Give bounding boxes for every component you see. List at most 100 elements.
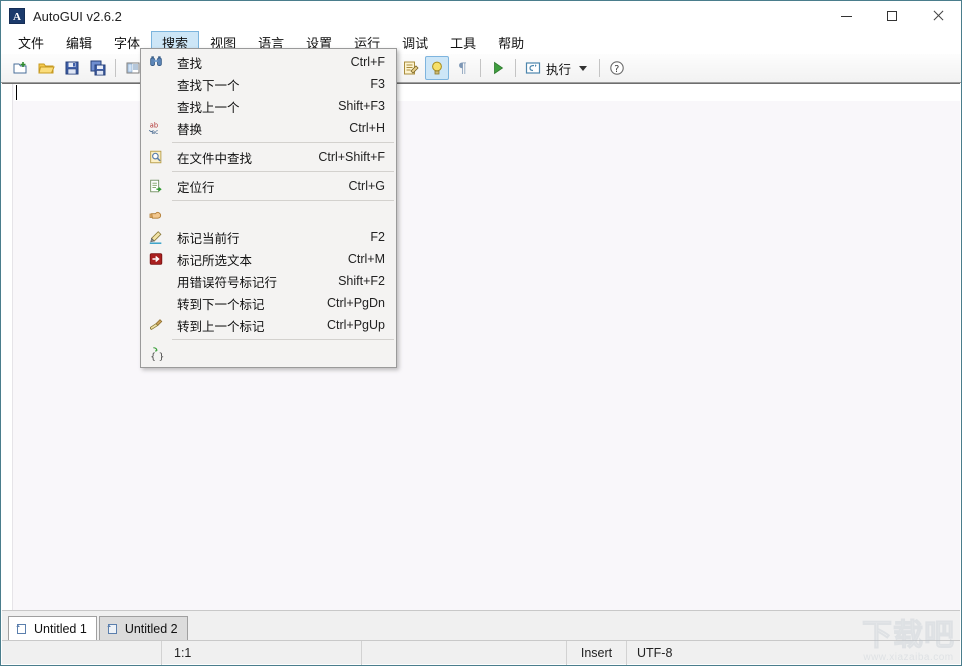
chevron-down-icon[interactable] xyxy=(579,66,587,71)
menu-item-label: 查找下一个 xyxy=(171,75,370,94)
error-arrow-icon xyxy=(141,248,171,270)
menu-item-clear-all-marks[interactable]: 转到上一个标记 Ctrl+PgUp xyxy=(141,314,396,336)
open-folder-icon xyxy=(37,59,55,77)
document-tab-bar: Untitled 1 Untitled 2 xyxy=(2,610,960,640)
editor-caret xyxy=(16,85,17,100)
menu-item-find-previous[interactable]: 查找上一个 Shift+F3 xyxy=(141,95,396,117)
menu-item-shortcut: Shift+F3 xyxy=(338,99,396,113)
no-icon xyxy=(141,73,171,95)
broom-icon xyxy=(141,314,171,336)
menu-item-label: 转到上一个标记 xyxy=(171,316,327,335)
menu-item-mark-selected-text[interactable]: 标记当前行 F2 xyxy=(141,226,396,248)
replace-ab-icon: ab ac xyxy=(141,117,171,139)
goto-line-icon xyxy=(141,175,171,197)
toolbar-separator xyxy=(115,59,116,77)
menu-item-find-next[interactable]: 查找下一个 F3 xyxy=(141,73,396,95)
menu-separator xyxy=(172,200,394,201)
toolbar-run-label: 执行 xyxy=(546,59,571,78)
menu-item-label: 标记当前行 xyxy=(171,228,370,247)
menu-item-replace[interactable]: ab ac 替换 Ctrl+H xyxy=(141,117,396,139)
pointing-hand-icon xyxy=(141,204,171,226)
toolbar-separator xyxy=(599,59,600,77)
status-caret-position: 1:1 xyxy=(162,641,362,665)
toolbar-pilcrow-button[interactable]: ¶ xyxy=(451,56,475,80)
menu-help[interactable]: 帮助 xyxy=(487,31,535,54)
menu-item-mark-line-with-error[interactable]: 标记所选文本 Ctrl+M xyxy=(141,248,396,270)
menu-debug[interactable]: 调试 xyxy=(391,31,439,54)
toolbar-open-button[interactable] xyxy=(34,56,58,80)
close-icon xyxy=(932,10,944,22)
menu-item-goto-previous-mark[interactable]: 转到下一个标记 Ctrl+PgDn xyxy=(141,292,396,314)
window-title: AutoGUI v2.6.2 xyxy=(33,9,122,24)
menu-item-goto-matching-brace[interactable]: { } xyxy=(141,343,396,365)
toolbar-separator xyxy=(480,59,481,77)
toolbar-help-button[interactable]: ? xyxy=(605,56,629,80)
minimize-icon xyxy=(841,16,852,17)
menu-item-shortcut: Ctrl+PgDn xyxy=(327,296,396,310)
maximize-button[interactable] xyxy=(869,1,915,31)
menu-item-find[interactable]: 查找 Ctrl+F xyxy=(141,51,396,73)
menu-edit[interactable]: 编辑 xyxy=(55,31,103,54)
toolbar-separator xyxy=(515,59,516,77)
menu-separator xyxy=(172,171,394,172)
save-icon xyxy=(63,59,81,77)
app-icon: A xyxy=(9,8,25,24)
menu-file[interactable]: 文件 xyxy=(7,31,55,54)
menu-item-shortcut: Ctrl+PgUp xyxy=(327,318,396,332)
menu-item-label: 用错误符号标记行 xyxy=(171,272,338,291)
menu-item-find-in-files[interactable]: 在文件中查找 Ctrl+Shift+F xyxy=(141,146,396,168)
toolbar-hint-button[interactable] xyxy=(425,56,449,80)
close-button[interactable] xyxy=(915,1,961,31)
application-window: A AutoGUI v2.6.2 文件 编辑 字体 搜索 视图 语言 设置 运行… xyxy=(0,0,962,666)
menu-item-shortcut: Ctrl+G xyxy=(349,179,396,193)
title-bar: A AutoGUI v2.6.2 xyxy=(1,1,961,31)
pilcrow-icon: ¶ xyxy=(454,59,472,77)
status-insert-mode[interactable]: Insert xyxy=(567,641,627,665)
editor-gutter xyxy=(2,84,13,610)
brace-match-icon: { } xyxy=(141,343,171,365)
status-cell-3 xyxy=(362,641,567,665)
menu-item-shortcut: Ctrl+H xyxy=(349,121,396,135)
menu-item-shortcut: F3 xyxy=(370,77,396,91)
menu-item-label: 标记所选文本 xyxy=(171,250,348,269)
document-icon xyxy=(106,622,120,636)
toolbar-save-button[interactable] xyxy=(60,56,84,80)
status-cell-1 xyxy=(2,641,162,665)
svg-text:ab: ab xyxy=(150,122,158,130)
no-icon xyxy=(141,95,171,117)
save-all-icon xyxy=(89,59,107,77)
status-bar: 1:1 Insert UTF-8 xyxy=(2,640,960,664)
pencil-icon xyxy=(141,226,171,248)
window-controls xyxy=(823,1,961,31)
find-in-files-icon xyxy=(141,146,171,168)
toolbar-run-dropdown[interactable]: 执行 xyxy=(520,56,595,80)
tab-label: Untitled 1 xyxy=(34,622,87,636)
menu-item-label: 在文件中查找 xyxy=(171,148,318,167)
menu-item-goto-next-mark[interactable]: 用错误符号标记行 Shift+F2 xyxy=(141,270,396,292)
toolbar-new-file-button[interactable] xyxy=(8,56,32,80)
edit-note-icon xyxy=(402,59,420,77)
status-encoding[interactable]: UTF-8 xyxy=(627,641,827,665)
menu-item-shortcut: F2 xyxy=(370,230,396,244)
run-box-icon xyxy=(524,59,542,77)
maximize-icon xyxy=(887,11,897,21)
tab-untitled-2[interactable]: Untitled 2 xyxy=(99,616,188,640)
svg-text:¶: ¶ xyxy=(458,61,467,77)
toolbar-edit-note-button[interactable] xyxy=(399,56,423,80)
menu-item-goto-line[interactable]: 定位行 Ctrl+G xyxy=(141,175,396,197)
toolbar-save-all-button[interactable] xyxy=(86,56,110,80)
minimize-button[interactable] xyxy=(823,1,869,31)
menu-item-shortcut: Ctrl+F xyxy=(351,55,396,69)
hint-bulb-icon xyxy=(428,59,446,77)
toolbar-play-button[interactable] xyxy=(486,56,510,80)
menu-separator xyxy=(172,142,394,143)
menu-item-label: 转到下一个标记 xyxy=(171,294,327,313)
menu-item-mark-current-line[interactable] xyxy=(141,204,396,226)
menu-item-shortcut: Ctrl+Shift+F xyxy=(318,150,396,164)
no-icon xyxy=(141,270,171,292)
menu-tools[interactable]: 工具 xyxy=(439,31,487,54)
tab-untitled-1[interactable]: Untitled 1 xyxy=(8,616,97,640)
menu-item-label: 查找 xyxy=(171,53,351,72)
document-icon xyxy=(15,622,29,636)
menu-item-label: 查找上一个 xyxy=(171,97,338,116)
